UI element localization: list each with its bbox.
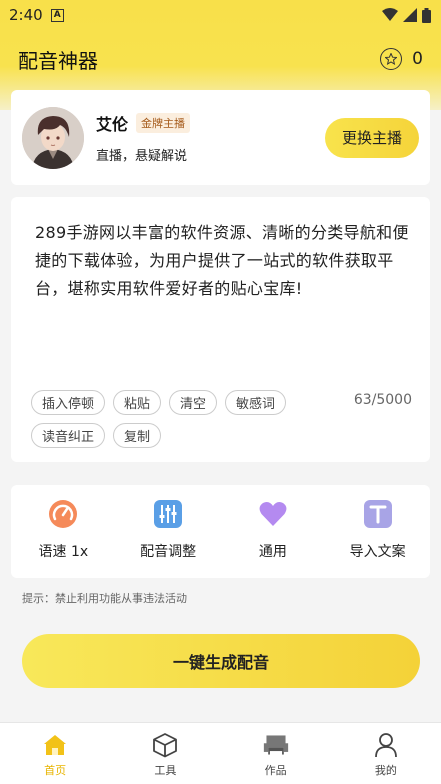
paste-chip[interactable]: 粘贴: [113, 390, 162, 415]
clear-chip[interactable]: 清空: [169, 390, 218, 415]
app-bar: 配音神器 0: [0, 38, 441, 80]
heart-icon: [258, 499, 288, 529]
anchor-badge: 金牌主播: [136, 113, 191, 133]
cube-icon: [152, 732, 178, 758]
anchor-description: 直播，悬疑解说: [96, 149, 188, 164]
anchor-card: 艾伦 金牌主播 直播，悬疑解说 更换主播: [11, 90, 430, 185]
nav-tools[interactable]: 工具: [110, 723, 220, 784]
nav-mine-label: 我的: [374, 764, 397, 777]
tool-speed[interactable]: 语速 1x: [11, 485, 116, 578]
script-text[interactable]: 289手游网以丰富的软件资源、清晰的分类导航和便捷的下载体验，为用户提供了一站式…: [35, 219, 416, 303]
equalizer-icon: [153, 499, 183, 529]
change-anchor-button[interactable]: 更换主播: [325, 117, 419, 158]
nav-home-label: 首页: [44, 764, 67, 777]
signal-icon: [403, 8, 417, 22]
tools-card: 语速 1x 配音调整 通用 导入文案: [11, 485, 430, 578]
tool-speed-label: 语速 1x: [38, 544, 89, 560]
insert-pause-chip[interactable]: 插入停顿: [31, 390, 106, 415]
sensitive-words-chip[interactable]: 敏感词: [225, 390, 287, 415]
char-counter: 63/5000: [353, 392, 412, 408]
generate-voice-button[interactable]: 一键生成配音: [22, 634, 420, 688]
tool-general-label: 通用: [258, 544, 287, 560]
home-icon: [42, 732, 68, 758]
battery-icon: [422, 7, 431, 23]
tool-general[interactable]: 通用: [221, 485, 326, 578]
tool-import-text-label: 导入文案: [349, 544, 406, 560]
text-import-icon: [363, 499, 393, 529]
hint-text: 提示：禁止利用功能从事违法活动: [22, 592, 187, 605]
coin-icon: [380, 48, 403, 70]
nav-works[interactable]: 作品: [221, 723, 331, 784]
anchor-avatar: [22, 106, 84, 169]
user-icon: [373, 732, 399, 758]
editor-chips: 插入停顿 粘贴 清空 敏感词 读音纠正 复制: [31, 390, 331, 448]
nav-home[interactable]: 首页: [0, 723, 110, 784]
works-icon: [263, 732, 289, 758]
copy-chip[interactable]: 复制: [113, 423, 162, 448]
coin-count: 0: [412, 49, 423, 69]
bottom-nav: 首页 工具 作品 我的: [0, 722, 441, 784]
anchor-name: 艾伦: [96, 115, 129, 134]
pronunciation-fix-chip[interactable]: 读音纠正: [31, 423, 106, 448]
tool-import-text[interactable]: 导入文案: [325, 485, 430, 578]
nav-works-label: 作品: [264, 764, 287, 777]
app-title: 配音神器: [18, 48, 98, 73]
notification-a-icon: A: [50, 8, 64, 22]
coin-balance[interactable]: 0: [380, 48, 423, 70]
nav-tools-label: 工具: [154, 764, 177, 777]
nav-mine[interactable]: 我的: [331, 723, 441, 784]
wifi-icon: [382, 8, 398, 21]
tool-voice-adjust[interactable]: 配音调整: [116, 485, 221, 578]
status-bar: 2:40 A: [0, 0, 441, 30]
text-editor-card[interactable]: 289手游网以丰富的软件资源、清晰的分类导航和便捷的下载体验，为用户提供了一站式…: [11, 197, 430, 462]
status-time: 2:40: [9, 6, 43, 24]
tool-voice-adjust-label: 配音调整: [140, 544, 197, 560]
speed-gauge-icon: [48, 499, 78, 529]
